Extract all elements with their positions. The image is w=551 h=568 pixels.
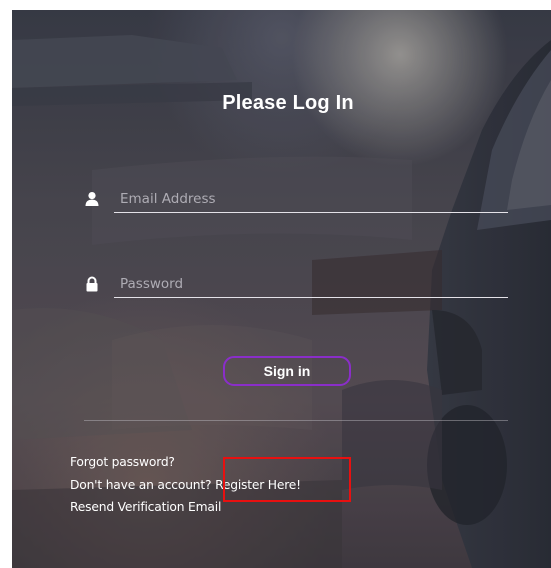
password-field-row (84, 270, 508, 300)
login-page: Please Log In Sign in Forgot password? D… (12, 10, 551, 568)
divider (84, 420, 508, 421)
no-account-text: Don't have an account? (70, 477, 212, 492)
resend-verification-link[interactable]: Resend Verification Email (70, 500, 221, 514)
password-input[interactable] (114, 270, 508, 298)
sign-in-button[interactable]: Sign in (223, 356, 351, 386)
forgot-password-link[interactable]: Forgot password? (70, 455, 175, 469)
account-links: Forgot password? Don't have an account? … (70, 451, 301, 519)
email-field-row (84, 185, 508, 215)
page-title: Please Log In (222, 92, 354, 114)
email-input[interactable] (114, 185, 508, 213)
user-icon (85, 192, 99, 206)
lock-icon (86, 276, 98, 292)
register-link[interactable]: Register Here! (215, 478, 301, 492)
